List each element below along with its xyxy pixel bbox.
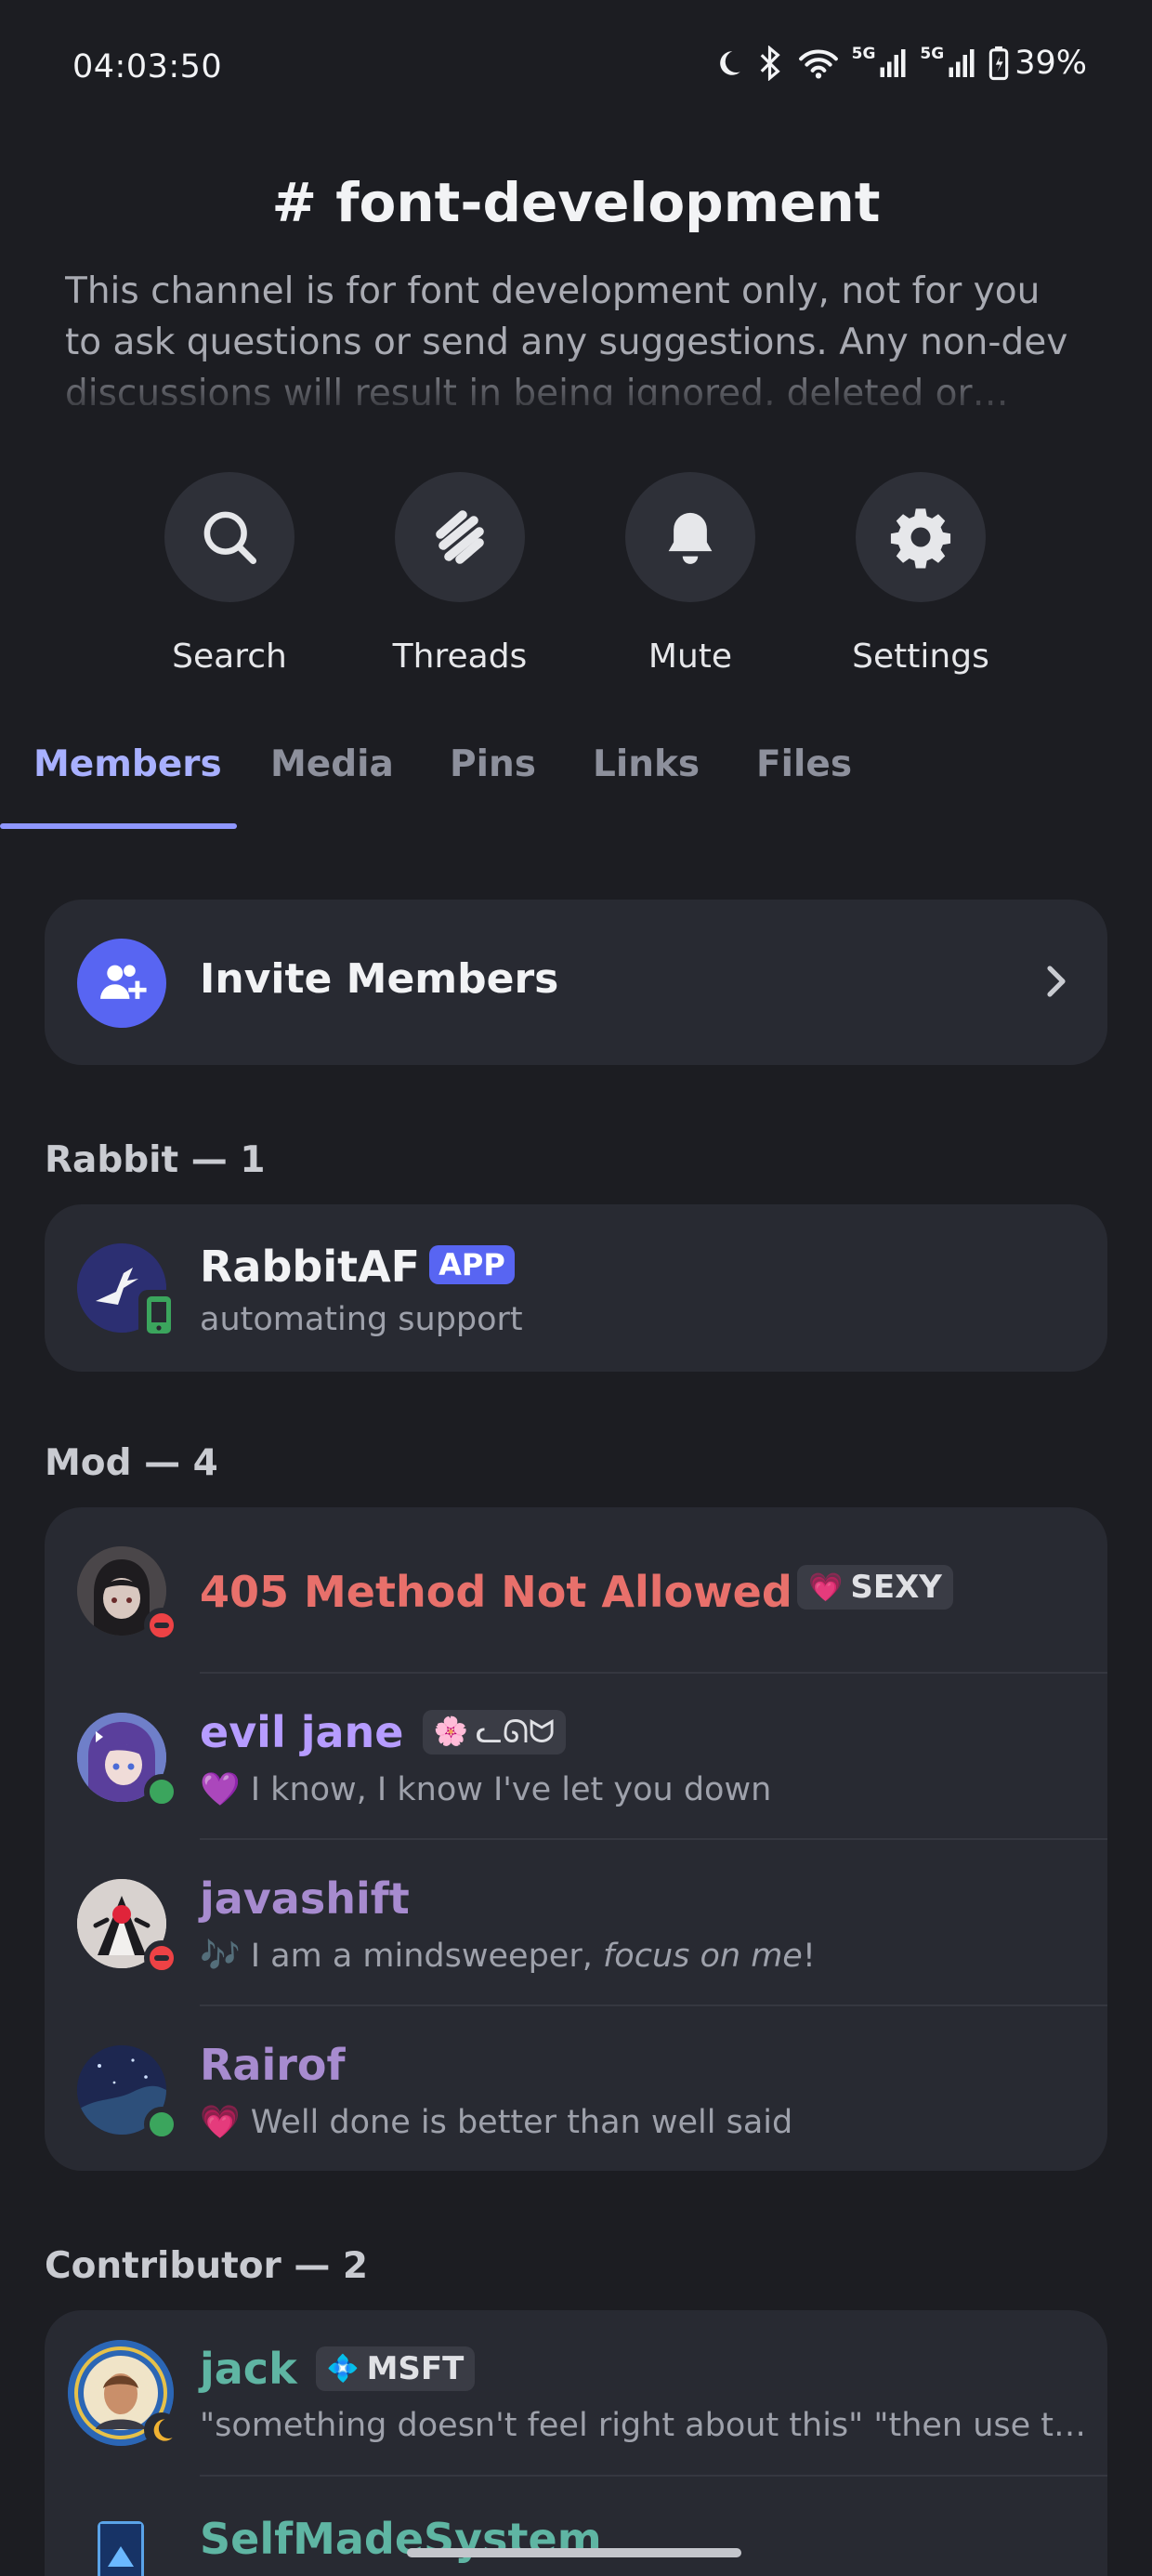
mute-circle[interactable] [625, 472, 755, 602]
threads-button[interactable]: Threads [367, 472, 553, 676]
role-tag: 🌸 ᓚᘏᗢ [422, 1709, 567, 1755]
role-tag-label: ᓚᘏᗢ [475, 1713, 556, 1751]
channel-description[interactable]: This channel is for font development onl… [65, 266, 1087, 405]
member-list-mod: 405 Method Not Allowed 💗 SEXY evil jane 🌸… [45, 1507, 1107, 2171]
member-row-rairof[interactable]: Rairof 💗 Well done is better than well s… [45, 2006, 1107, 2172]
online-status-icon [144, 2107, 179, 2142]
bluetooth-icon [760, 46, 780, 81]
status-text-plain: I am a mindsweeper, [250, 1938, 603, 1975]
section-header-rabbit: Rabbit — 1 [45, 1139, 266, 1181]
member-status: 💗 Well done is better than well said [200, 2103, 1082, 2141]
member-row-405[interactable]: 405 Method Not Allowed 💗 SEXY [45, 1507, 1107, 1674]
mobile-status-icon [138, 1290, 179, 1340]
network-label-1: 5G [851, 45, 876, 63]
status-text-end: ! [802, 1938, 816, 1975]
role-tag-label: SEXY [850, 1569, 942, 1606]
member-status-text: "something doesn't feel right about this… [200, 2407, 1087, 2444]
active-tab-indicator [0, 823, 237, 829]
channel-description-text: This channel is for font development onl… [65, 270, 1068, 405]
network-label-2: 5G [920, 45, 945, 63]
section-header-contributor: Contributor — 2 [45, 2245, 369, 2287]
member-name-row: evil jane 🌸 ᓚᘏᗢ [200, 1707, 567, 1758]
music-notes-icon: 🎶 [200, 1938, 241, 1975]
battery-percent: 39% [1015, 45, 1087, 82]
search-icon [203, 511, 257, 565]
settings-button[interactable]: Settings [828, 472, 1014, 676]
member-row-rabbitaf[interactable]: RabbitAF APP automating support [45, 1204, 1107, 1372]
search-circle[interactable] [164, 472, 295, 602]
add-user-icon [100, 965, 147, 999]
dnd-status-icon [144, 1608, 179, 1643]
dnd-status-icon [144, 1940, 179, 1976]
member-list-rabbit: RabbitAF APP automating support [45, 1204, 1107, 1372]
tab-bar: Members Media Pins Links Files [0, 743, 1152, 833]
member-status: 🎶 I am a mindsweeper, focus on me! [200, 1937, 1082, 1975]
search-button[interactable]: Search [137, 472, 322, 676]
signal-icon-1 [880, 49, 906, 77]
avatar-logo-icon: S [100, 2524, 141, 2576]
member-name: evil jane [200, 1707, 404, 1757]
member-row-selfmadesystem[interactable]: S SelfMadeSystem [45, 2477, 1107, 2576]
status-icons: 5G 5G 39% [713, 45, 1087, 82]
channel-actions: Search Threads Mute Settings [0, 472, 1152, 677]
member-name-row: jack 💠 MSFT [200, 2344, 476, 2395]
threads-circle[interactable] [395, 472, 525, 602]
member-name: RabbitAF [200, 1242, 421, 1292]
invite-icon-circle [77, 939, 166, 1028]
member-status-text: Well done is better than well said [250, 2104, 793, 2141]
channel-title: # font-development [271, 171, 881, 234]
home-indicator[interactable] [407, 2548, 741, 2557]
wifi-icon [798, 49, 838, 79]
member-row-evil-jane[interactable]: evil jane 🌸 ᓚᘏᗢ 💜 I know, I know I've let… [45, 1674, 1107, 1840]
battery-charging-icon [988, 46, 1009, 81]
tab-files[interactable]: Files [756, 743, 852, 785]
status-bar: 04:03:50 5G 5G 39% [0, 0, 1152, 139]
mute-label: Mute [648, 637, 733, 676]
chevron-right-icon [1047, 966, 1066, 997]
tab-links[interactable]: Links [593, 743, 700, 785]
flower-icon: 🌸 [433, 1715, 468, 1748]
tab-members[interactable]: Members [33, 743, 222, 785]
member-name: javashift [200, 1873, 410, 1924]
member-row-javashift[interactable]: javashift 🎶 I am a mindsweeper, focus on… [45, 1840, 1107, 2006]
idle-status-icon [144, 2412, 179, 2448]
invite-members-button[interactable]: Invite Members [45, 900, 1107, 1065]
member-name: Rairof [200, 2040, 346, 2090]
member-status-text: automating support [200, 1301, 523, 1338]
role-tag-label: MSFT [366, 2349, 465, 2387]
pink-heart-icon: 💗 [200, 2104, 241, 2141]
member-list-contributor: jack 💠 MSFT "something doesn't feel right… [45, 2310, 1107, 2576]
app-badge: APP [429, 1244, 515, 1284]
member-name-row: RabbitAF APP [200, 1242, 515, 1292]
heart-icon: 💗 [808, 1571, 844, 1604]
threads-label: Threads [392, 637, 528, 676]
member-status: 💜 I know, I know I've let you down [200, 1770, 1082, 1808]
avatar: S [98, 2521, 144, 2576]
member-status-text: I am a mindsweeper, focus on me! [251, 1938, 816, 1975]
mute-button[interactable]: Mute [597, 472, 783, 676]
member-row-jack[interactable]: jack 💠 MSFT "something doesn't feel right… [45, 2310, 1107, 2477]
section-header-mod: Mod — 4 [45, 1442, 218, 1484]
member-status-text: I know, I know I've let you down [250, 1771, 772, 1808]
tab-media[interactable]: Media [270, 743, 394, 785]
online-status-icon [144, 1774, 179, 1809]
purple-heart-icon: 💜 [200, 1771, 241, 1808]
status-time: 04:03:50 [72, 48, 223, 85]
settings-circle[interactable] [856, 472, 986, 602]
search-label: Search [172, 637, 287, 676]
invite-members-label: Invite Members [200, 955, 559, 1003]
signal-icon-2 [949, 49, 975, 77]
moon-icon [719, 51, 740, 75]
tab-pins[interactable]: Pins [450, 743, 536, 785]
member-name: jack [200, 2344, 297, 2394]
settings-label: Settings [852, 637, 989, 676]
diamond-icon: 💠 [326, 2353, 360, 2384]
bell-icon [668, 512, 713, 564]
member-name: 405 Method Not Allowed [200, 1567, 792, 1617]
role-tag: 💠 MSFT [315, 2346, 476, 2391]
threads-icon [436, 510, 484, 564]
gear-icon [890, 508, 951, 569]
status-text-emphasis: focus on me [602, 1938, 803, 1975]
role-tag: 💗 SEXY [797, 1565, 953, 1610]
